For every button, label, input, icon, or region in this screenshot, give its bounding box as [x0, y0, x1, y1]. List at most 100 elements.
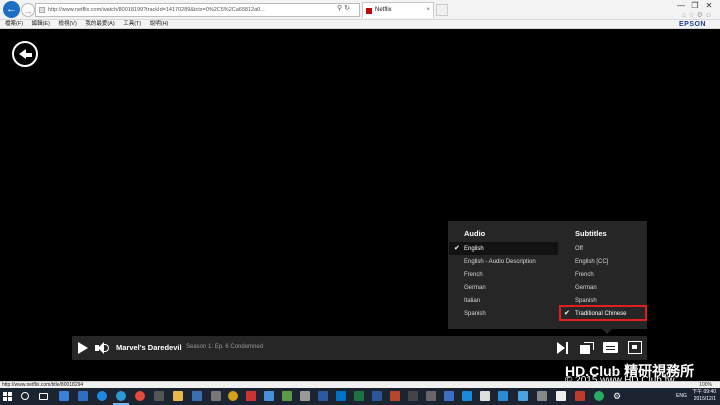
app-icon-13[interactable] — [426, 391, 436, 401]
episodes-list-icon[interactable] — [580, 342, 594, 354]
clock-time: 下午 09:40 — [692, 389, 716, 395]
fullscreen-inner — [632, 345, 637, 349]
player-back-button[interactable] — [12, 41, 38, 67]
address-text: http://www.netflix.com/watch/80018199?tr… — [48, 7, 265, 13]
refresh-icon[interactable]: ↻ — [344, 5, 352, 12]
back-arrow-shaft — [25, 52, 32, 57]
settings-gear-icon[interactable]: ⚙ — [697, 12, 705, 19]
start-tile-4 — [8, 397, 12, 401]
app-icon-7[interactable] — [246, 391, 256, 401]
settings-gear-icon[interactable]: ⚙ — [612, 391, 622, 401]
app-icon-14[interactable] — [444, 391, 454, 401]
restore-button[interactable]: ❐ — [688, 1, 702, 10]
system-clock[interactable]: 下午 09:40 2015/12/1 — [692, 389, 716, 403]
menu-tools[interactable]: 工具(T) — [123, 21, 141, 27]
audio-option-english-ad[interactable]: English - Audio Description — [464, 256, 536, 268]
episodes-front-square — [580, 345, 590, 354]
menu-edit[interactable]: 編輯(E) — [32, 21, 50, 27]
audio-option-german[interactable]: German — [464, 282, 486, 294]
netflix-favicon-icon — [366, 8, 372, 14]
chrome-icon[interactable] — [135, 391, 145, 401]
audio-title: Audio — [464, 229, 486, 238]
next-triangle — [557, 342, 565, 354]
app-icon-1[interactable] — [59, 391, 69, 401]
menu-favorites[interactable]: 我的最愛(A) — [85, 21, 114, 27]
next-bar — [566, 342, 568, 354]
word-icon[interactable] — [372, 391, 382, 401]
browser-toolbar: ← → http://www.netflix.com/watch/8001819… — [0, 0, 720, 20]
task-view-icon[interactable] — [39, 393, 48, 400]
new-tab-button[interactable] — [436, 4, 448, 16]
window-controls: — ❐ ✕ — [674, 1, 716, 10]
subtitle-lines — [606, 346, 615, 350]
app-icon-6[interactable] — [228, 391, 238, 401]
volume-icon[interactable] — [95, 342, 109, 354]
app-icon-4[interactable] — [192, 391, 202, 401]
line-icon[interactable] — [594, 391, 604, 401]
edge-icon[interactable] — [97, 391, 107, 401]
language-indicator[interactable]: ENG — [676, 393, 687, 399]
minimize-button[interactable]: — — [674, 1, 688, 10]
next-episode-icon[interactable] — [557, 342, 569, 354]
app-icon-3[interactable] — [154, 391, 164, 401]
folder-icon[interactable] — [173, 391, 183, 401]
address-bar[interactable]: http://www.netflix.com/watch/80018199?tr… — [35, 3, 360, 17]
menu-help[interactable]: 說明(H) — [150, 21, 169, 27]
panel-pointer-caret — [602, 329, 612, 334]
app-icon-5[interactable] — [211, 391, 221, 401]
skype-icon[interactable] — [462, 391, 472, 401]
tab-label: Netflix — [375, 7, 392, 13]
browser-back-button[interactable]: ← — [3, 1, 20, 18]
audio-option-french[interactable]: French — [464, 269, 483, 281]
subtitle-option-english-cc[interactable]: English [CC] — [575, 256, 608, 268]
app-icon-8[interactable] — [264, 391, 274, 401]
start-tile-3 — [3, 397, 7, 401]
app-icon-12[interactable] — [408, 391, 418, 401]
start-tile-2 — [8, 392, 12, 396]
search-icon[interactable] — [21, 392, 29, 400]
menu-file[interactable]: 檔案(F) — [5, 21, 23, 27]
powerpoint-icon[interactable] — [390, 391, 400, 401]
tab-netflix[interactable]: Netflix × — [362, 2, 434, 18]
app-icon-2[interactable] — [78, 391, 88, 401]
subtitle-option-french[interactable]: French — [575, 269, 594, 281]
selection-highlight-box — [559, 305, 647, 321]
favorites-star-icon[interactable]: ☆ — [688, 12, 696, 19]
epson-toolbar-logo[interactable]: EPSON — [679, 20, 706, 29]
play-icon[interactable] — [78, 342, 88, 354]
app-icon-15[interactable] — [480, 391, 490, 401]
app-icon-16[interactable] — [498, 391, 508, 401]
windows-start-icon[interactable] — [3, 392, 13, 402]
excel-icon[interactable] — [354, 391, 364, 401]
menu-bar: 檔案(F) 編輯(E) 檢視(V) 我的最愛(A) 工具(T) 說明(H) — [0, 20, 720, 29]
app-icon-10[interactable] — [300, 391, 310, 401]
app-icon-19[interactable] — [575, 391, 585, 401]
app-icon-9[interactable] — [282, 391, 292, 401]
status-bar: http://www.netflix.com/title/80018294 10… — [0, 381, 720, 388]
camera-icon[interactable] — [556, 391, 566, 401]
menu-view[interactable]: 檢視(V) — [58, 21, 76, 27]
subtitles-audio-icon[interactable] — [603, 342, 618, 353]
smiley-icon[interactable]: ☺ — [705, 12, 714, 19]
app-icon-18[interactable] — [537, 391, 547, 401]
episode-info: Season 1: Ep. 6 Condemned — [186, 344, 264, 350]
address-actions[interactable]: ⚲↻ — [337, 4, 352, 12]
tab-close-icon[interactable]: × — [426, 3, 430, 18]
browser-forward-button[interactable]: → — [21, 3, 35, 17]
audio-option-english[interactable]: English — [464, 243, 484, 255]
show-title: Marvel's Daredevil — [116, 343, 182, 352]
browser-tool-icons: ⌂☆⚙☺ — [682, 11, 714, 19]
subtitle-option-german[interactable]: German — [575, 282, 597, 294]
app-icon-17[interactable] — [518, 391, 528, 401]
audio-option-italian[interactable]: Italian — [464, 295, 480, 307]
audio-option-spanish[interactable]: Spanish — [464, 308, 486, 320]
page-favicon-icon — [39, 7, 45, 13]
app-icon-11[interactable] — [318, 391, 328, 401]
internet-explorer-icon[interactable] — [116, 391, 126, 401]
outlook-icon[interactable] — [336, 391, 346, 401]
close-window-button[interactable]: ✕ — [702, 1, 716, 10]
fullscreen-icon[interactable] — [628, 341, 642, 354]
subtitle-option-off[interactable]: Off — [575, 243, 583, 255]
start-tile-1 — [3, 392, 7, 396]
screen: ← → http://www.netflix.com/watch/8001819… — [0, 0, 720, 405]
